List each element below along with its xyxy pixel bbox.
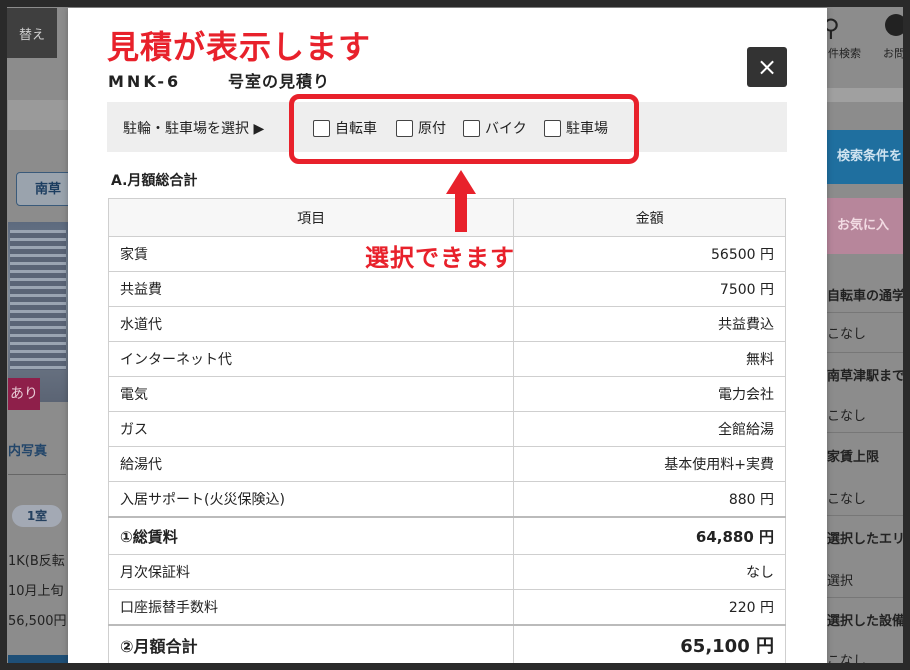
overlay-caption-annotation: 選択できます xyxy=(365,244,515,272)
overlay-caption-title: 見積が表示します xyxy=(107,28,372,66)
background-header-button[interactable]: 替え xyxy=(7,8,57,58)
total-rent-row: ①総賃料 64,880 円 xyxy=(107,516,786,555)
background-condition-value: こなし xyxy=(827,492,867,507)
item-cell: 月次保証料 xyxy=(107,554,515,590)
item-cell: ガス xyxy=(107,411,515,447)
background-divider xyxy=(827,312,910,313)
background-condition-value: こなし xyxy=(827,409,867,424)
background-search-conditions-button[interactable]: 検索条件を xyxy=(827,130,910,184)
amount-cell: 65,100 円 xyxy=(513,624,786,665)
background-divider xyxy=(827,597,910,598)
amount-cell: 7500 円 xyxy=(513,271,786,307)
monthly-total-row: ②月額合計 65,100 円 xyxy=(107,624,786,665)
background-station-tab[interactable]: 南草 xyxy=(16,172,76,206)
table-row: 口座振替手数料 220 円 xyxy=(107,589,786,626)
background-condition-label: 自転車の通学 xyxy=(827,289,906,304)
close-icon: × xyxy=(756,53,778,81)
table-row: 月次保証料 なし xyxy=(107,554,786,590)
background-bar-right xyxy=(827,88,910,102)
background-condition-label: 南草津駅まで xyxy=(827,369,906,384)
item-cell: ②月額合計 xyxy=(107,624,515,665)
background-favorite-button[interactable]: お気に入 xyxy=(827,198,910,254)
background-divider xyxy=(8,474,66,475)
background-contact-label: お問 xyxy=(883,47,905,60)
item-cell: 入居サポート(火災保険込) xyxy=(107,481,515,518)
item-cell: 共益費 xyxy=(107,271,515,307)
background-condition-label: 選択したエリ xyxy=(827,532,906,547)
building-photo-windows xyxy=(10,230,66,370)
background-room-pill: 1室 xyxy=(12,505,62,527)
background-divider xyxy=(827,515,910,516)
item-cell: ①総賃料 xyxy=(107,516,515,555)
item-cell: 電気 xyxy=(107,376,515,412)
parking-selector-label: 駐輪・駐車場を選択 ▶ xyxy=(123,121,265,137)
background-photo-tab[interactable]: 内写真 xyxy=(8,440,47,459)
background-condition-label: 家賃上限 xyxy=(827,450,880,465)
background-bottom-bar xyxy=(8,655,68,663)
amount-cell: 電力会社 xyxy=(513,376,786,412)
table-row: 電気 電力会社 xyxy=(107,376,786,412)
amount-cell: 基本使用料+実費 xyxy=(513,446,786,482)
modal-title: MNK-6 号室の見積り xyxy=(108,68,330,92)
amount-cell: 共益費込 xyxy=(513,306,786,342)
item-cell: 給湯代 xyxy=(107,446,515,482)
background-divider xyxy=(827,432,910,433)
annotation-highlight-box xyxy=(289,94,639,164)
table-row: 共益費 7500 円 xyxy=(107,271,786,307)
background-condition-value: こなし xyxy=(827,327,867,342)
background-rent: 56,500円 xyxy=(8,614,67,629)
background-search-label: 件検索 xyxy=(828,47,861,60)
background-badge: あり xyxy=(8,378,40,410)
amount-cell: 64,880 円 xyxy=(513,516,786,555)
background-condition-value: こなし xyxy=(827,654,867,669)
table-row: 給湯代 基本使用料+実費 xyxy=(107,446,786,482)
table-row: ガス 全館給湯 xyxy=(107,411,786,447)
room-title-suffix: 号室の見積り xyxy=(228,72,331,91)
amount-cell: 880 円 xyxy=(513,481,786,518)
section-title: A.月額総合計 xyxy=(111,173,198,189)
amount-cell: 220 円 xyxy=(513,589,786,626)
room-code: MNK-6 xyxy=(108,72,182,91)
item-cell: インターネット代 xyxy=(107,341,515,377)
background-bar xyxy=(8,100,68,130)
table-row: インターネット代 無料 xyxy=(107,341,786,377)
table-row: 入居サポート(火災保険込) 880 円 xyxy=(107,481,786,518)
estimate-modal: 見積が表示します MNK-6 号室の見積り × 駐輪・駐車場を選択 ▶ 自転車 原… xyxy=(68,8,827,670)
background-condition-label: 選択した設備 xyxy=(827,614,906,629)
close-button[interactable]: × xyxy=(747,47,787,87)
amount-cell: なし xyxy=(513,554,786,590)
amount-cell: 56500 円 xyxy=(513,236,786,272)
background-condition-value: 選択 xyxy=(827,574,854,589)
amount-cell: 全館給湯 xyxy=(513,411,786,447)
column-header-amount: 金額 xyxy=(513,198,786,237)
item-cell: 口座振替手数料 xyxy=(107,589,515,626)
item-cell: 水道代 xyxy=(107,306,515,342)
amount-cell: 無料 xyxy=(513,341,786,377)
background-divider xyxy=(827,352,910,353)
user-icon[interactable] xyxy=(885,14,907,36)
background-room-type: 1K(B反転 xyxy=(8,554,65,569)
table-row: 水道代 共益費込 xyxy=(107,306,786,342)
background-move-in: 10月上旬 xyxy=(8,584,64,599)
